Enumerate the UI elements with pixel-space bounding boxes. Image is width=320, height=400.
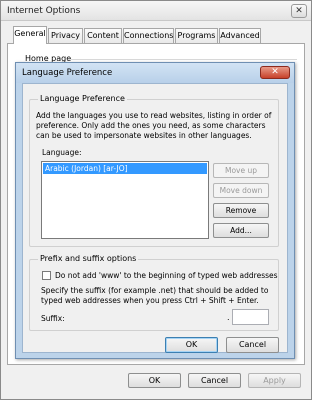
no-www-label[interactable]: Do not add 'www' to the beginning of typ… [55,271,278,280]
tab-privacy[interactable]: Privacy [48,28,83,43]
window-title-bar[interactable]: Internet Options ✕ [1,1,311,21]
language-description: Add the languages you use to read websit… [36,111,272,140]
move-up-button[interactable]: Move up [213,163,269,178]
tab-content[interactable]: Content [84,28,122,43]
apply-button[interactable]: Apply [248,373,301,388]
dialog-title: Language Preference [22,68,113,78]
dialog-title-bar[interactable]: Language Preference ✕ [16,63,294,83]
suffix-input[interactable] [232,309,269,325]
no-www-checkbox[interactable] [42,271,51,280]
language-label: Language: [42,148,82,157]
tab-programs[interactable]: Programs [175,28,218,43]
group-title: Prefix and suffix options [38,254,139,263]
group-title: Language Preference [38,94,127,103]
suffix-label: Suffix: [41,314,65,323]
tab-connections[interactable]: Connections [123,28,174,43]
dialog-close-button[interactable]: ✕ [260,66,290,79]
internet-options-window: Internet Options ✕ General Privacy Conte… [0,0,312,400]
suffix-description: Specify the suffix (for example .net) th… [41,286,269,305]
dialog-cancel-button[interactable]: Cancel [226,337,279,353]
ok-button[interactable]: OK [128,373,181,388]
cancel-button[interactable]: Cancel [188,373,241,388]
suffix-dot: . [227,313,230,322]
homepage-divider [71,59,297,60]
add-button[interactable]: Add... [213,223,269,238]
dialog-ok-button[interactable]: OK [165,337,218,353]
language-item[interactable]: Arabic (Jordan) [ar-JO] [43,163,207,174]
language-listbox[interactable]: Arabic (Jordan) [ar-JO] [41,161,209,239]
window-title: Internet Options [7,6,81,16]
close-button[interactable]: ✕ [291,4,307,18]
move-down-button[interactable]: Move down [213,183,269,198]
remove-button[interactable]: Remove [213,203,269,218]
tab-general[interactable]: General [13,26,47,44]
tab-advanced[interactable]: Advanced [219,28,261,43]
